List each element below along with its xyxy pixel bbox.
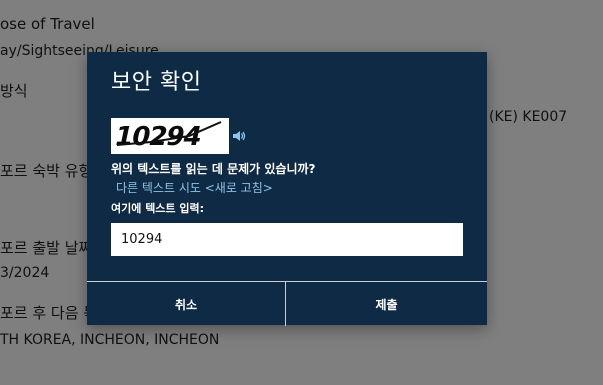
dialog-footer: 취소 제출 — [87, 281, 487, 326]
captcha-input-label: 여기에 텍스트 입력: — [111, 202, 205, 215]
captcha-strike-line — [116, 121, 222, 146]
departure-value: 3/2024 — [0, 265, 50, 281]
next-value: TH KOREA, INCHEON, INCHEON — [0, 332, 220, 348]
purpose-label: ose of Travel — [0, 15, 95, 33]
departure-label: 포르 출발 날짜 — [0, 239, 93, 257]
submit-button[interactable]: 제출 — [287, 282, 486, 326]
captcha-input[interactable] — [111, 223, 463, 256]
flight-value: (KE) KE007 — [489, 109, 568, 125]
security-check-dialog: 보안 확인 10294 위의 텍스트를 읽는 데 문제가 있습니까? 다른 텍스… — [87, 52, 487, 326]
next-label: 포르 후 다음 목 — [0, 304, 98, 322]
refresh-captcha-link[interactable]: 다른 텍스트 시도 <새로 고침> — [116, 179, 273, 196]
stay-label: 포르 숙박 유형 — [0, 162, 93, 180]
cancel-button[interactable]: 취소 — [87, 282, 286, 326]
captcha-help-question: 위의 텍스트를 읽는 데 문제가 있습니까? — [111, 162, 316, 176]
dialog-title: 보안 확인 — [111, 70, 202, 95]
captcha-image: 10294 — [111, 118, 229, 154]
method-label: 방식 — [0, 82, 28, 100]
speaker-icon[interactable] — [232, 129, 246, 143]
